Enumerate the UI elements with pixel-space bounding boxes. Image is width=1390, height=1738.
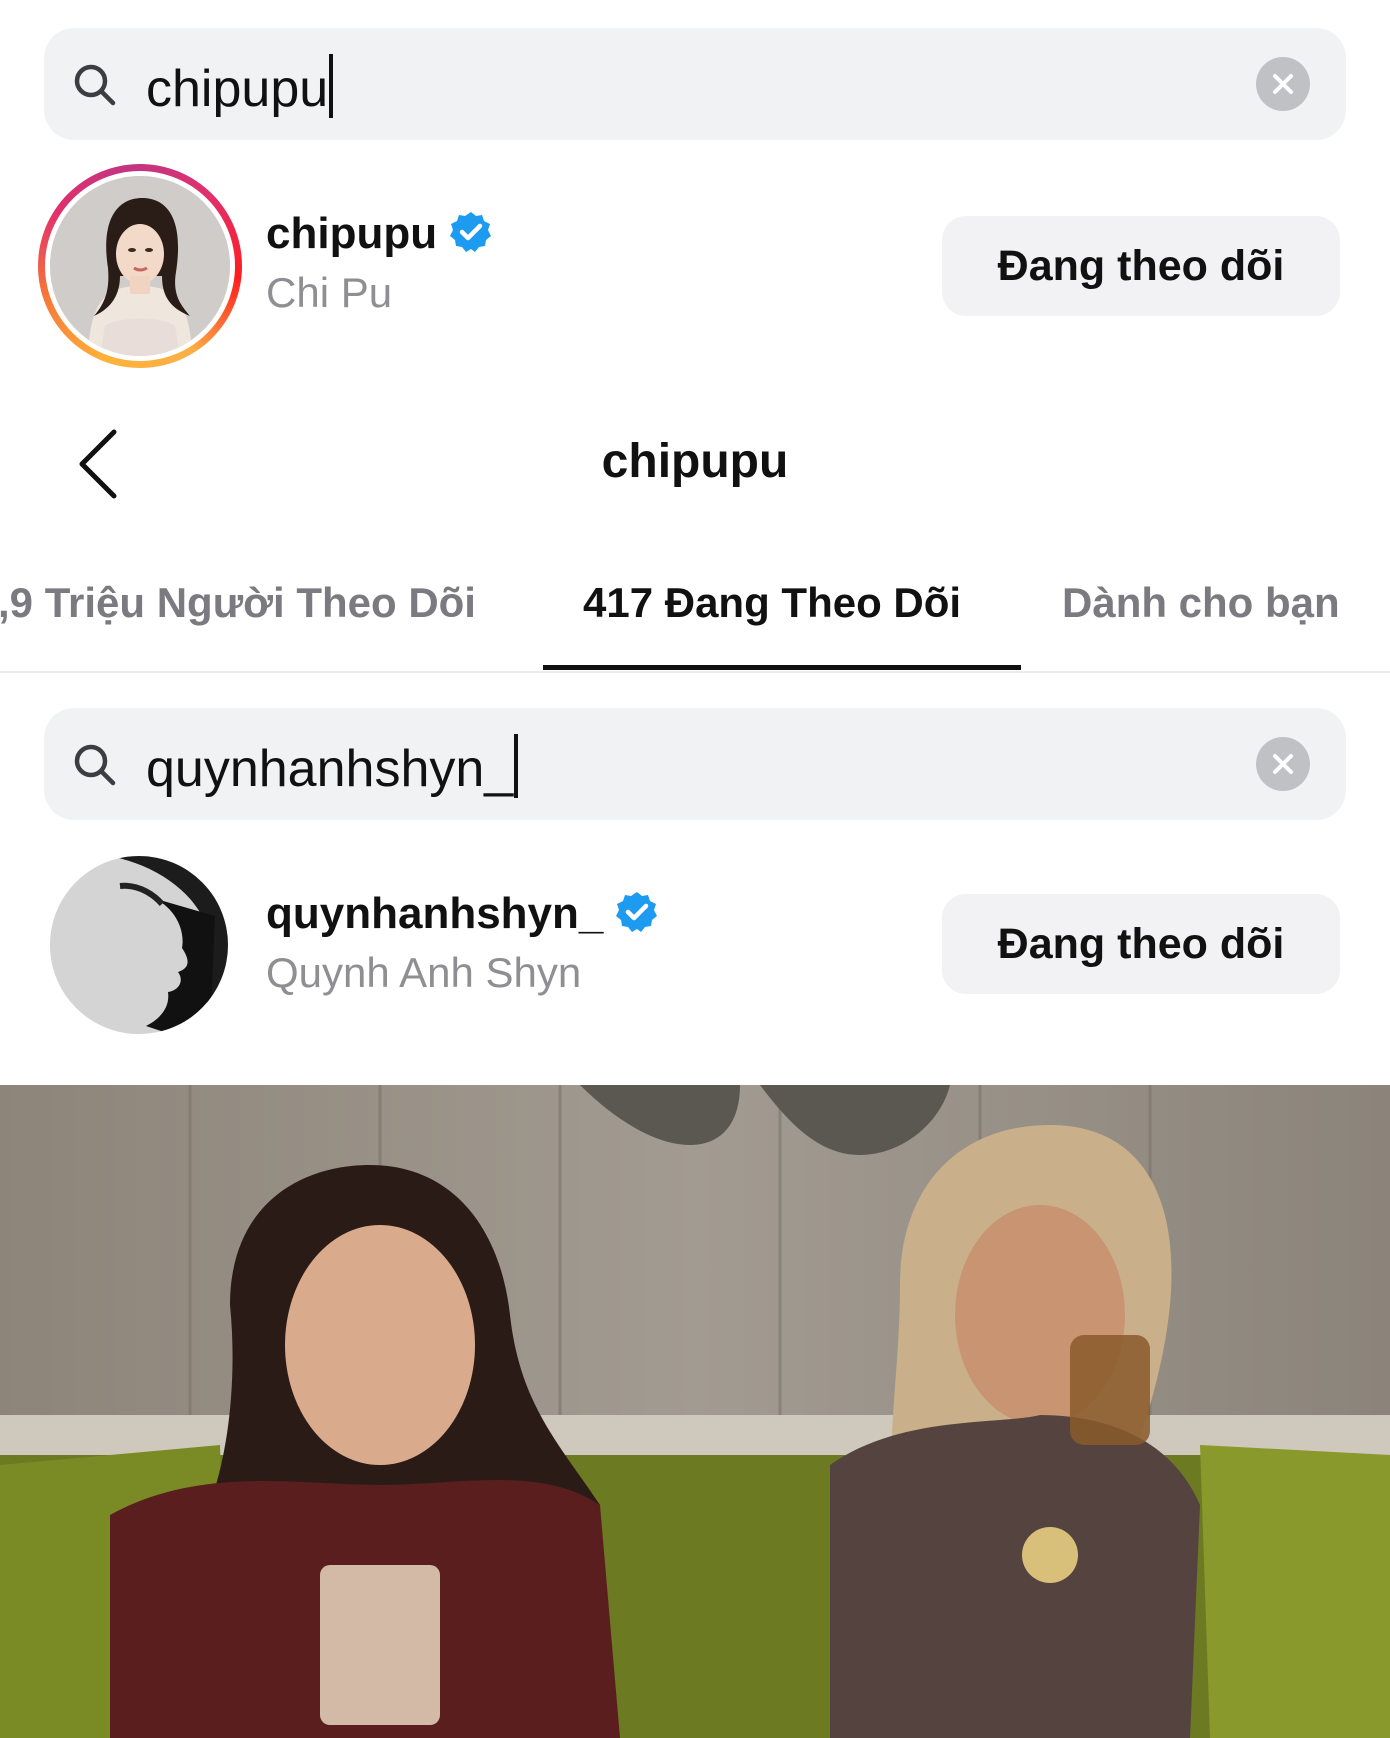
search-icon (74, 744, 116, 786)
username-text: quynhanhshyn_ (266, 889, 604, 938)
verified-badge-icon (616, 892, 658, 932)
following-result-row[interactable]: quynhanhshyn_ Quynh Anh Shyn Đang theo d… (0, 852, 1390, 1052)
following-search-bar[interactable]: quynhanhshyn_ (44, 708, 1346, 820)
tab-for-you[interactable]: Dành cho bạn (1062, 575, 1340, 631)
clear-icon[interactable] (1256, 57, 1310, 111)
full-name: Quynh Anh Shyn (266, 949, 582, 996)
tab-following[interactable]: 417 Đang Theo Dõi (583, 575, 961, 631)
page-title: chipupu (601, 435, 789, 488)
avatar[interactable] (50, 856, 228, 1034)
search-result-row[interactable]: chipupu Chi Pu Đang theo dõi (0, 164, 1390, 368)
video-frame-photo (0, 1085, 1390, 1738)
text-caret (329, 54, 334, 118)
tabs-divider (0, 671, 1390, 673)
search-icon (74, 64, 116, 106)
active-tab-indicator (543, 665, 1021, 670)
search-query-text: chipupu (146, 60, 329, 118)
search-input[interactable]: quynhanhshyn_ (146, 734, 519, 799)
full-name: Chi Pu (266, 269, 393, 316)
tab-followers[interactable]: ,9 Triệu Người Theo Dõi (0, 575, 476, 631)
following-button[interactable]: Đang theo dõi (942, 894, 1340, 994)
search-query-text: quynhanhshyn_ (146, 740, 514, 798)
text-caret (514, 734, 519, 798)
search-bar[interactable]: chipupu (44, 28, 1346, 140)
username-text: chipupu (266, 209, 438, 258)
username[interactable]: quynhanhshyn_ (266, 888, 659, 940)
avatar[interactable] (50, 176, 230, 356)
story-ring (38, 164, 242, 368)
search-input[interactable]: chipupu (146, 54, 334, 119)
verified-badge-icon (450, 212, 492, 252)
following-button[interactable]: Đang theo dõi (942, 216, 1340, 316)
username[interactable]: chipupu (266, 208, 493, 260)
clear-icon[interactable] (1256, 737, 1310, 791)
